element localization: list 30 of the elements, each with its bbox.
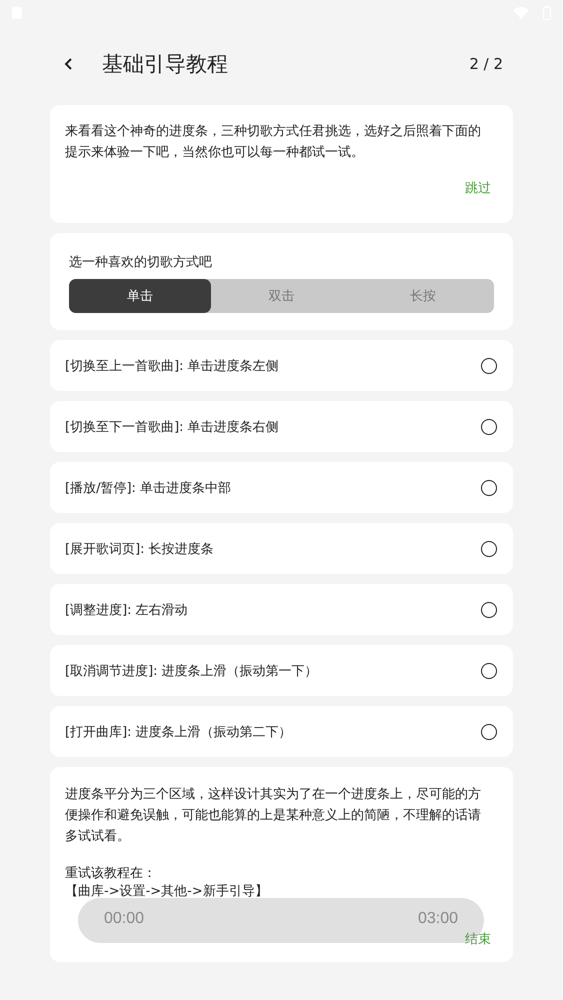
gesture-text: [打开曲库]: 进度条上滑（振动第二下）: [65, 724, 292, 740]
radio-button[interactable]: [481, 480, 497, 496]
radio-button[interactable]: [481, 418, 497, 434]
gesture-text: [切换至上一首歌曲]: 单击进度条左侧: [65, 358, 279, 374]
intro-text: 来看看这个神奇的进度条，三种切歌方式任君挑选，选好之后照着下面的提示来体验一下吧，当然你也可以每一种都试一试。: [65, 123, 482, 162]
radio-button[interactable]: [481, 602, 497, 618]
gesture-text: [播放/暂停]: 单击进度条中部: [65, 480, 232, 496]
picker-label: 选一种喜欢的切歌方式吧: [69, 254, 213, 271]
page-title: 基础引导教程: [102, 51, 229, 78]
skip-link[interactable]: 跳过: [465, 179, 491, 197]
gesture-text: [展开歌词页]: 长按进度条: [65, 540, 214, 558]
gesture-row[interactable]: [取消调节进度]: 进度条上滑（振动第一下）: [50, 645, 513, 696]
page-indicator: 2 / 2: [469, 55, 503, 73]
gesture-row[interactable]: [切换至上一首歌曲]: 单击进度条左侧: [50, 340, 513, 391]
info-text: 进度条平分为三个区域，这样设计其实为了在一个进度条上，尽可能的方便操作和避免误触，可能也能算的上是某种意义上的简陋，不理解的话请多试试看。: [65, 786, 482, 846]
gesture-row[interactable]: [切换至下一首歌曲]: 单击进度条右侧: [50, 401, 513, 452]
mode-tab[interactable]: 单击: [69, 279, 211, 313]
retry-path: 【曲库->设置->其他->新手引导】: [65, 883, 269, 901]
radio-button[interactable]: [481, 540, 497, 556]
radio-button[interactable]: [481, 724, 497, 740]
gesture-row[interactable]: [调整进度]: 左右滑动: [50, 584, 513, 635]
radio-button[interactable]: [481, 662, 497, 678]
radio-button[interactable]: [481, 358, 497, 374]
retry-label: 重试该教程在：: [65, 865, 157, 883]
gesture-row[interactable]: [播放/暂停]: 单击进度条中部: [50, 462, 513, 513]
gesture-text: [取消调节进度]: 进度条上滑（振动第一下）: [65, 662, 318, 680]
gesture-row[interactable]: [打开曲库]: 进度条上滑（振动第二下）: [50, 706, 513, 757]
gesture-row[interactable]: [展开歌词页]: 长按进度条: [50, 523, 513, 574]
gesture-text: [切换至下一首歌曲]: 单击进度条右侧: [65, 418, 279, 436]
gesture-text: [调整进度]: 左右滑动: [65, 602, 188, 618]
